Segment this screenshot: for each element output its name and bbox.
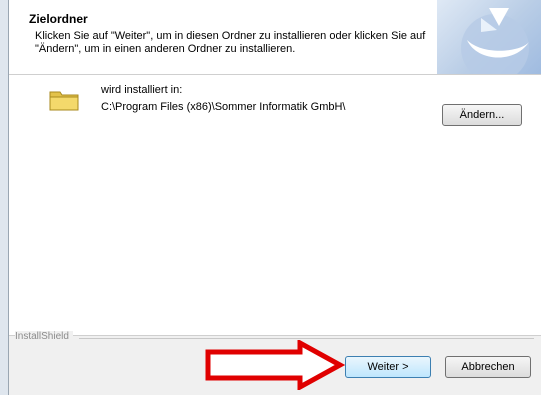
cancel-button[interactable]: Abbrechen (445, 356, 531, 378)
header-panel: Zielordner Klicken Sie auf "Weiter", um … (9, 0, 541, 75)
install-path: C:\Program Files (x86)\Sommer Informatik… (101, 101, 346, 113)
installshield-logo-icon (437, 0, 541, 74)
footer-divider (9, 335, 541, 336)
page-title: Zielordner (29, 12, 88, 26)
content-panel: wird installiert in: C:\Program Files (x… (9, 75, 541, 335)
annotation-arrow-icon (205, 340, 345, 390)
install-location-label: wird installiert in: (101, 84, 183, 96)
page-description: Klicken Sie auf "Weiter", um in diesen O… (35, 30, 426, 55)
installer-window: Zielordner Klicken Sie auf "Weiter", um … (8, 0, 541, 395)
next-button[interactable]: Weiter > (345, 356, 431, 378)
installshield-brand-label: InstallShield (15, 331, 73, 342)
change-folder-button[interactable]: Ändern... (442, 104, 522, 126)
installshield-divider (79, 338, 534, 339)
folder-icon (49, 87, 79, 111)
